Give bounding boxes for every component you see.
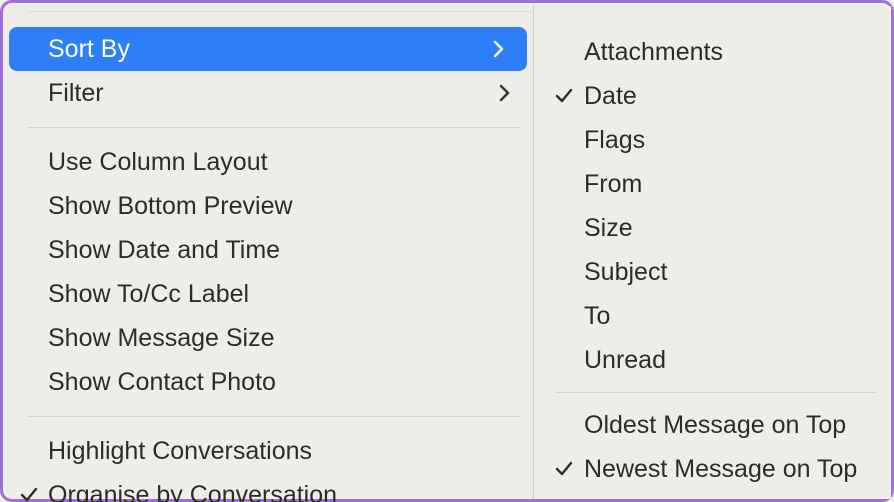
divider — [556, 392, 877, 393]
submenu-item-flags[interactable]: Flags — [534, 118, 891, 162]
menu-item-label: Oldest Message on Top — [584, 411, 891, 440]
menu-item-label: Show Contact Photo — [48, 368, 533, 397]
menu-window: Sort By Filter Use Column Layout Show Bo… — [0, 0, 894, 502]
sort-filter-section: Sort By Filter — [3, 27, 533, 115]
sort-by-submenu: Attachments Date Flags From Size — [533, 6, 891, 499]
menu-item-show-date-time[interactable]: Show Date and Time — [3, 228, 533, 272]
check-column — [552, 118, 576, 162]
menu-item-label: From — [584, 170, 891, 199]
menu-item-label: To — [584, 302, 891, 331]
submenu-item-newest-on-top[interactable]: Newest Message on Top — [534, 447, 891, 491]
menu-item-sort-by[interactable]: Sort By — [9, 27, 527, 71]
menu-item-show-bottom-preview[interactable]: Show Bottom Preview — [3, 184, 533, 228]
submenu-item-subject[interactable]: Subject — [534, 250, 891, 294]
check-column — [552, 206, 576, 250]
menu-item-label: Filter — [48, 79, 495, 108]
check-column — [552, 30, 576, 74]
check-column — [552, 250, 576, 294]
check-column — [552, 338, 576, 382]
view-options-section: Use Column Layout Show Bottom Preview Sh… — [3, 140, 533, 404]
menu-item-label: Show Date and Time — [48, 236, 533, 265]
menu-item-label: Size — [584, 214, 891, 243]
chevron-right-icon — [489, 40, 507, 58]
sort-criteria-section: Attachments Date Flags From Size — [534, 30, 891, 382]
submenu-item-oldest-on-top[interactable]: Oldest Message on Top — [534, 403, 891, 447]
menu-item-label: Highlight Conversations — [48, 437, 533, 466]
menu-item-label: Unread — [584, 346, 891, 375]
submenu-item-date[interactable]: Date — [534, 74, 891, 118]
checkmark-icon — [552, 447, 576, 491]
view-menu-panel: Sort By Filter Use Column Layout Show Bo… — [3, 3, 533, 499]
divider — [27, 416, 521, 417]
menu-item-show-message-size[interactable]: Show Message Size — [3, 316, 533, 360]
menu-item-label: Show To/Cc Label — [48, 280, 533, 309]
check-column — [552, 294, 576, 338]
submenu-item-unread[interactable]: Unread — [534, 338, 891, 382]
conversation-options-section: Highlight Conversations Organise by Conv… — [3, 429, 533, 502]
menu-item-label: Show Message Size — [48, 324, 533, 353]
check-column — [552, 403, 576, 447]
menu-item-label: Flags — [584, 126, 891, 155]
divider — [27, 127, 521, 128]
menu-item-label: Use Column Layout — [48, 148, 533, 177]
sort-order-section: Oldest Message on Top Newest Message on … — [534, 403, 891, 491]
menu-item-show-contact-photo[interactable]: Show Contact Photo — [3, 360, 533, 404]
menu-item-show-to-cc-label[interactable]: Show To/Cc Label — [3, 272, 533, 316]
submenu-item-to[interactable]: To — [534, 294, 891, 338]
chevron-right-icon — [495, 84, 513, 102]
submenu-item-from[interactable]: From — [534, 162, 891, 206]
menu-item-label: Newest Message on Top — [584, 455, 891, 484]
submenu-item-size[interactable]: Size — [534, 206, 891, 250]
checkmark-icon — [552, 74, 576, 118]
menu-item-label: Subject — [584, 258, 891, 287]
check-column — [552, 162, 576, 206]
menu-item-organise-by-conversation[interactable]: Organise by Conversation — [3, 473, 533, 502]
check-column — [17, 429, 41, 473]
menu-item-label: Organise by Conversation — [48, 481, 533, 502]
menu-item-filter[interactable]: Filter — [3, 71, 533, 115]
menu-item-label: Date — [584, 82, 891, 111]
menu-item-label: Show Bottom Preview — [48, 192, 533, 221]
menu-item-label: Attachments — [584, 38, 891, 67]
menu-item-use-column-layout[interactable]: Use Column Layout — [3, 140, 533, 184]
menu-item-highlight-conversations[interactable]: Highlight Conversations — [3, 429, 533, 473]
checkmark-icon — [17, 473, 41, 502]
divider — [27, 11, 533, 12]
submenu-item-attachments[interactable]: Attachments — [534, 30, 891, 74]
menu-item-label: Sort By — [48, 35, 489, 64]
